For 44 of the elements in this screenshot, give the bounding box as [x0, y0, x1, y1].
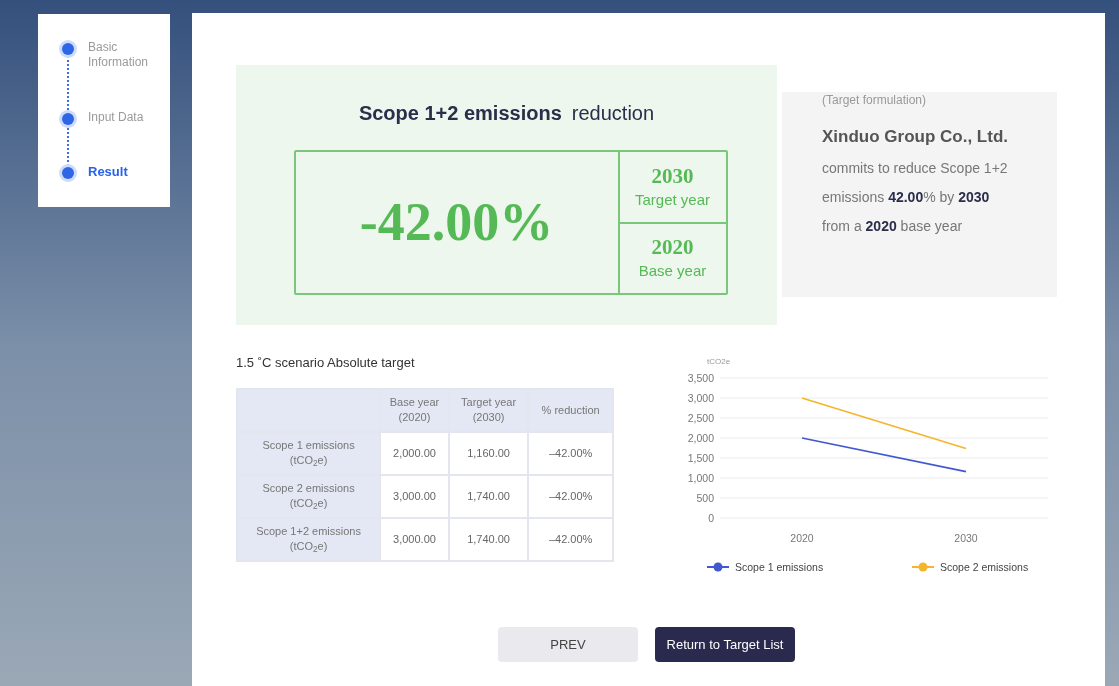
y-tick-label: 2,000 — [687, 432, 714, 444]
step-item[interactable]: Basic Information — [88, 40, 168, 70]
table-cell: 3,000.00 — [380, 474, 449, 518]
target-statement: commits to reduce Scope 1+2 emissions 42.00% by 2030 from a 2020 base year — [822, 159, 1009, 236]
table-cell: –42.00% — [528, 517, 613, 561]
base-year-value: 2020 — [651, 234, 694, 260]
y-tick-label: 2,500 — [687, 412, 714, 424]
table-cell: –42.00% — [528, 474, 613, 518]
table-cell: 3,000.00 — [380, 517, 449, 561]
summary-subtitle: reduction — [571, 101, 655, 126]
table-cell: 2,000.00 — [380, 431, 449, 475]
axis-title: tCO2e — [707, 357, 731, 366]
column-header: Target year (2030) — [448, 388, 529, 432]
table-cell: 1,740.00 — [448, 517, 529, 561]
y-tick-label: 3,500 — [687, 372, 714, 384]
x-tick-label: 2030 — [954, 532, 978, 544]
table-title: 1.5 ˚C scenario Absolute target — [236, 354, 416, 372]
return-button[interactable]: Return to Target List — [655, 627, 795, 662]
column-header: % reduction — [528, 388, 613, 432]
table-cell: 1,740.00 — [448, 474, 529, 518]
row-header: Scope 2 emissions (tCO$_{2}$e) — [237, 474, 381, 518]
y-tick-label: 1,500 — [687, 452, 714, 464]
reduction-value: -42.00% — [359, 191, 554, 254]
row-header: Scope 1 emissions (tCO$_{2}$e) — [237, 431, 381, 475]
table-cell: –42.00% — [528, 431, 613, 475]
column-header: Base year (2020) — [380, 388, 449, 432]
y-tick-label: 0 — [708, 512, 714, 524]
base-year-label: Base year — [638, 261, 707, 281]
y-tick-label: 500 — [696, 492, 714, 504]
y-tick-label: 1,000 — [687, 472, 714, 484]
prev-button[interactable]: PREV — [498, 627, 638, 662]
x-tick-label: 2020 — [790, 532, 814, 544]
target-year-label: Target year — [634, 189, 710, 210]
step-item[interactable]: Result — [88, 164, 168, 179]
target-year-value: 2030 — [651, 162, 694, 189]
company-name: Xinduo Group Co., Ltd. — [822, 126, 1009, 148]
table-cell: 1,160.00 — [448, 431, 529, 475]
step-item[interactable]: Input Data — [88, 110, 168, 125]
summary-title: Scope 1+2 emissions — [358, 101, 562, 126]
row-header: Scope 1+2 emissions (tCO$_{2}$e) — [237, 517, 381, 561]
legend-label: Scope 2 emissions — [940, 561, 1029, 573]
legend-label: Scope 1 emissions — [735, 561, 824, 573]
caption: (Target formulation) — [822, 92, 928, 109]
y-tick-label: 3,000 — [687, 392, 714, 404]
